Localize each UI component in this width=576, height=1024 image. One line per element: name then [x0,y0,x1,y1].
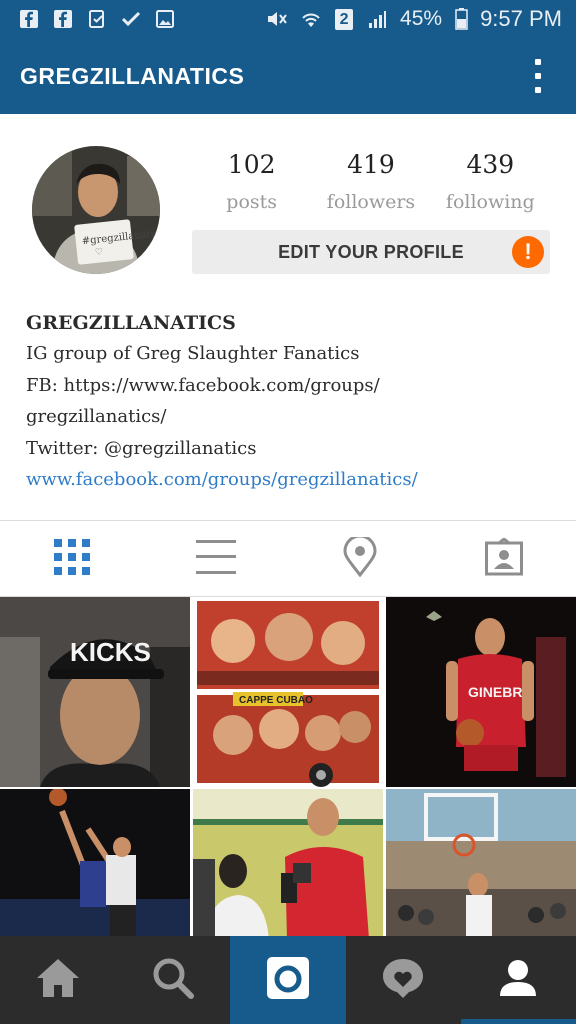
tab-tagged[interactable] [432,521,576,597]
facebook-icon [18,8,40,30]
photo-tile[interactable]: KICKS [0,597,190,787]
warning-icon: ! [512,236,544,268]
grid-icon [54,539,90,579]
sim-slot-number: 2 [335,8,354,30]
photo-grid: KICKS CAPPE CUBAO GINEBRA [0,597,576,937]
stat-count: 439 [466,150,515,179]
bio-name: GREGZILLANATICS [26,312,236,334]
sim-icon: 2 [334,8,354,30]
photo-tile[interactable]: CAPPE CUBAO [193,597,383,787]
stat-following[interactable]: 439 following [435,150,545,213]
photo-tile[interactable]: GINEBRA [386,597,576,787]
clock: 9:57 PM [480,6,562,31]
profile-view-tabs [0,521,576,597]
bio-line: IG group of Greg Slaughter Fanatics [26,343,360,364]
nav-home[interactable] [0,936,115,1024]
status-bar: 2 45% 9:57 PM [0,0,576,38]
photo-tile[interactable] [386,789,576,937]
stat-followers[interactable]: 419 followers [316,150,426,213]
list-icon [196,540,236,578]
tagged-photos-icon [485,537,523,580]
bio-line: Twitter: @gregzillanatics [26,437,257,459]
nav-camera[interactable] [230,936,346,1024]
bio-line: gregzillanatics/ [26,406,167,427]
battery-percent: 45% [400,7,443,30]
edit-profile-label: EDIT YOUR PROFILE [278,241,464,262]
svg-text:♡: ♡ [95,247,104,258]
stat-count: 419 [347,150,395,179]
more-vert-icon[interactable] [526,56,550,96]
photo-caption: KICKS [70,637,151,667]
photo-tile[interactable] [0,789,190,937]
home-icon [35,957,81,1003]
profile-avatar[interactable]: #gregzillanatics ♡ [32,146,160,274]
mute-icon [266,8,288,30]
system-icons: 2 45% 9:57 PM [266,6,562,32]
wifi-icon [300,8,322,30]
tab-list[interactable] [144,521,288,597]
activity-heart-icon [381,957,425,1003]
search-icon [152,957,194,1003]
page-title: GREGZILLANATICS [20,62,245,89]
stat-label: followers [326,191,416,213]
nav-search[interactable] [115,936,230,1024]
tab-grid[interactable] [0,521,144,597]
image-icon [154,8,176,30]
bottom-navigation [0,936,576,1024]
profile-icon [498,958,538,1002]
photo-caption: CAPPE CUBAO [239,695,313,706]
notification-icons [18,8,176,30]
camera-icon [266,956,310,1004]
stat-label: following [445,191,535,213]
app-bar: GREGZILLANATICS [0,38,576,114]
stat-label: posts [226,191,278,213]
nav-profile[interactable] [460,936,576,1024]
stat-posts[interactable]: 102 posts [197,150,307,213]
nav-activity[interactable] [346,936,461,1024]
check-icon [120,8,142,30]
tab-places[interactable] [288,521,432,597]
battery-icon [454,8,468,30]
bio-website-link[interactable]: www.facebook.com/groups/gregzillanatics/ [26,464,556,496]
location-pin-icon [343,534,377,581]
signal-icon [366,8,388,30]
profile-stats: 102 posts 419 followers 439 following [192,150,550,213]
photo-tile[interactable] [193,789,383,937]
profile-bio: GREGZILLANATICS IG group of Greg Slaught… [26,308,556,496]
clipboard-icon [86,8,108,30]
facebook-icon [52,8,74,30]
stat-count: 102 [227,150,276,179]
edit-profile-button[interactable]: EDIT YOUR PROFILE ! [192,230,550,274]
bio-line: FB: https://www.facebook.com/groups/ [26,374,380,396]
